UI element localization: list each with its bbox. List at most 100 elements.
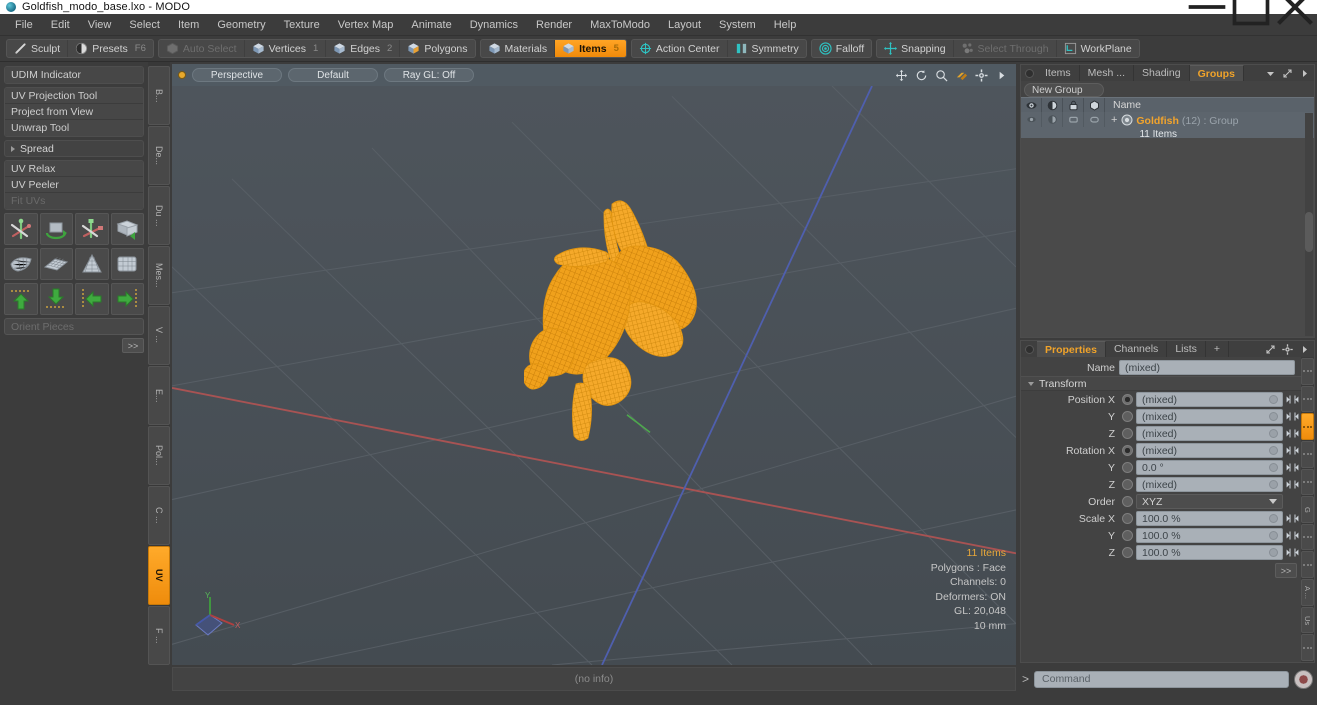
property-stepper-arrows[interactable]: [1286, 529, 1299, 542]
property-key-radio[interactable]: [1122, 496, 1133, 507]
tab-add[interactable]: +: [1206, 341, 1230, 357]
row-eye-toggle[interactable]: [1021, 112, 1042, 127]
uv-fit-icon[interactable]: [4, 248, 38, 280]
left-panel-more-button[interactable]: >>: [122, 338, 144, 353]
menu-maxtomodo[interactable]: MaxToModo: [581, 16, 659, 34]
property-keyframe-dot[interactable]: [1269, 463, 1278, 472]
property-stepper-arrows[interactable]: [1286, 546, 1299, 559]
row-shade-toggle[interactable]: [1084, 112, 1105, 127]
left-vtab-b[interactable]: B...: [148, 66, 170, 125]
viewport-shading-button[interactable]: Default: [288, 68, 378, 82]
property-value-y[interactable]: 0.0 °: [1136, 460, 1283, 475]
property-key-radio[interactable]: [1122, 411, 1133, 422]
properties-side-tab-3[interactable]: [1301, 440, 1314, 468]
properties-side-tab-7[interactable]: [1301, 551, 1314, 579]
uv-right-icon[interactable]: [110, 283, 144, 315]
uv-grid-icon[interactable]: [39, 248, 73, 280]
tool-udim-indicator[interactable]: UDIM Indicator: [5, 67, 143, 83]
move-view-icon[interactable]: [895, 69, 908, 82]
left-vtab-e[interactable]: E...: [148, 366, 170, 425]
mode-items-button[interactable]: Items 5: [555, 40, 626, 57]
pan-view-icon[interactable]: [955, 69, 968, 82]
table-row[interactable]: + Goldfish (12) : Group 11 Items: [1021, 112, 1314, 140]
panel-menu-dot-icon[interactable]: [1025, 68, 1034, 78]
property-keyframe-dot[interactable]: [1269, 395, 1278, 404]
uv-left-icon[interactable]: [75, 283, 109, 315]
tab-channels[interactable]: Channels: [1106, 341, 1168, 357]
menu-texture[interactable]: Texture: [275, 16, 329, 34]
mode-symmetry-button[interactable]: Symmetry: [728, 40, 806, 57]
chevron-right-icon[interactable]: [1299, 344, 1310, 355]
menu-item[interactable]: Item: [169, 16, 208, 34]
viewport-perspective-button[interactable]: Perspective: [192, 68, 282, 82]
menu-dynamics[interactable]: Dynamics: [461, 16, 527, 34]
chevron-down-icon[interactable]: [1265, 68, 1276, 79]
property-value-z[interactable]: 100.0 %: [1136, 545, 1283, 560]
left-vtab-pol[interactable]: Pol...: [148, 426, 170, 485]
mode-workplane-button[interactable]: WorkPlane: [1057, 40, 1139, 57]
new-group-button[interactable]: New Group: [1024, 83, 1104, 97]
gear-icon[interactable]: [975, 68, 988, 82]
menu-layout[interactable]: Layout: [659, 16, 710, 34]
mode-snapping-button[interactable]: Snapping: [877, 40, 954, 57]
menu-help[interactable]: Help: [765, 16, 806, 34]
properties-side-tab-1[interactable]: [1301, 385, 1314, 413]
property-value-scale-x[interactable]: 100.0 %: [1136, 511, 1283, 526]
uv-up-icon[interactable]: [4, 283, 38, 315]
record-macro-icon[interactable]: [1294, 669, 1313, 689]
uv-move-tool-icon[interactable]: [4, 213, 38, 245]
menu-geometry[interactable]: Geometry: [208, 16, 274, 34]
property-value-z[interactable]: (mixed): [1136, 426, 1283, 441]
uv-quad-icon[interactable]: [110, 248, 144, 280]
spread-section-header[interactable]: Spread: [4, 140, 144, 157]
property-value-order[interactable]: XYZ: [1136, 494, 1283, 509]
orient-pieces-field[interactable]: Orient Pieces: [4, 318, 144, 335]
chevron-right-icon[interactable]: [1299, 68, 1310, 79]
minimize-button[interactable]: [1185, 0, 1229, 14]
uv-scale-tool-icon[interactable]: [75, 213, 109, 245]
properties-more-button[interactable]: >>: [1275, 563, 1297, 578]
mode-sculpt-button[interactable]: Sculpt: [7, 40, 69, 57]
uv-taper-icon[interactable]: [75, 248, 109, 280]
property-key-radio[interactable]: [1122, 394, 1133, 405]
panel-menu-dot-icon[interactable]: [1025, 344, 1034, 354]
properties-side-tab-6[interactable]: [1301, 523, 1314, 551]
mode-select-through-button[interactable]: Select Through: [954, 40, 1057, 57]
property-stepper-arrows[interactable]: [1286, 410, 1299, 423]
mode-falloff-button[interactable]: Falloff: [812, 40, 871, 57]
property-keyframe-dot[interactable]: [1269, 480, 1278, 489]
tool-uv-relax[interactable]: UV Relax: [5, 161, 143, 177]
property-keyframe-dot[interactable]: [1269, 429, 1278, 438]
name-field[interactable]: (mixed): [1119, 360, 1295, 375]
menu-animate[interactable]: Animate: [402, 16, 460, 34]
groups-tree-body[interactable]: + Goldfish (12) : Group 11 Items: [1021, 112, 1314, 337]
close-button[interactable]: [1273, 0, 1317, 25]
command-input[interactable]: Command: [1034, 670, 1289, 688]
property-key-radio[interactable]: [1122, 530, 1133, 541]
menu-view[interactable]: View: [79, 16, 121, 34]
tool-project-from-view[interactable]: Project from View: [5, 104, 143, 120]
property-stepper-arrows[interactable]: [1286, 393, 1299, 406]
property-keyframe-dot[interactable]: [1269, 548, 1278, 557]
row-lock-toggle[interactable]: [1063, 112, 1084, 127]
tab-lists[interactable]: Lists: [1167, 341, 1206, 357]
viewport-raygl-button[interactable]: Ray GL: Off: [384, 68, 474, 82]
property-stepper-arrows[interactable]: [1286, 427, 1299, 440]
property-stepper-arrows[interactable]: [1286, 444, 1299, 457]
properties-side-tab-0[interactable]: [1301, 358, 1314, 385]
uv-flip-tool-icon[interactable]: [110, 213, 144, 245]
mode-materials-button[interactable]: Materials: [481, 40, 556, 57]
shade-icon[interactable]: [1084, 97, 1105, 113]
tab-mesh[interactable]: Mesh ...: [1080, 65, 1135, 81]
properties-side-tab-5[interactable]: G: [1301, 496, 1314, 523]
property-keyframe-dot[interactable]: [1269, 412, 1278, 421]
expand-panel-icon[interactable]: [1282, 68, 1293, 79]
property-stepper-arrows[interactable]: [1286, 478, 1299, 491]
uv-rotate-tool-icon[interactable]: [39, 213, 73, 245]
lock-icon[interactable]: [1063, 97, 1084, 113]
left-vtab-mes[interactable]: Mes...: [148, 246, 170, 305]
menu-render[interactable]: Render: [527, 16, 581, 34]
property-key-radio[interactable]: [1122, 479, 1133, 490]
mode-action-center-button[interactable]: Action Center: [632, 40, 728, 57]
menu-select[interactable]: Select: [120, 16, 169, 34]
